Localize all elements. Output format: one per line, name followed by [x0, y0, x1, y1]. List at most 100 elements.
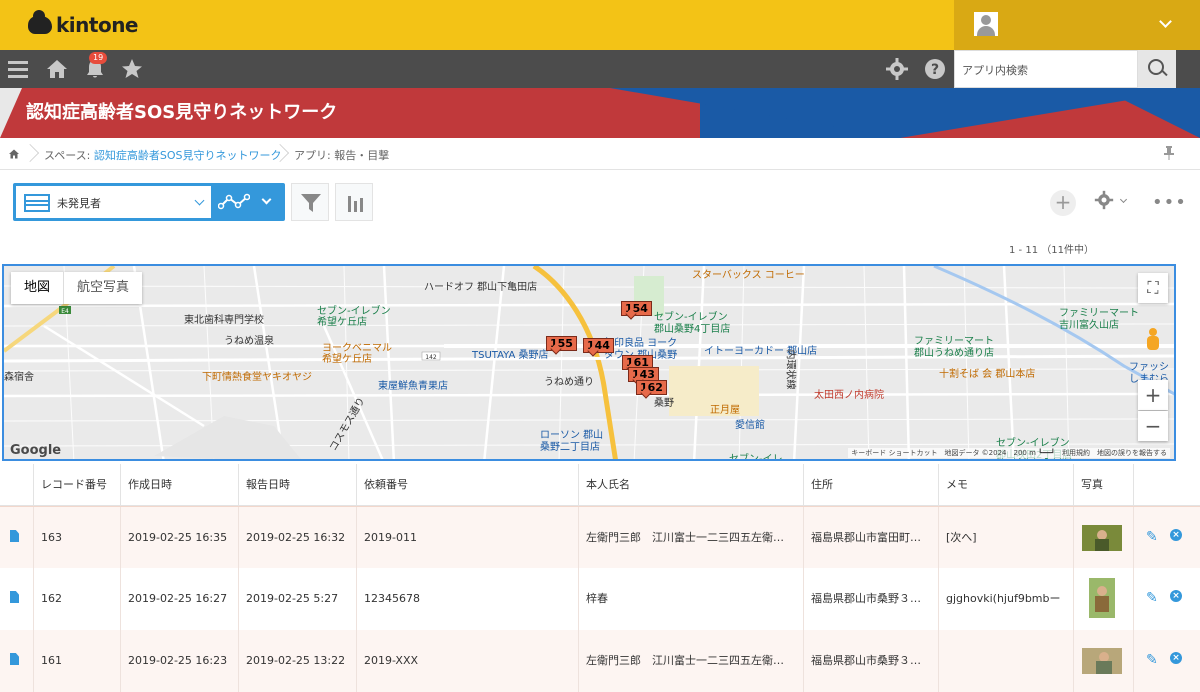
- search-icon[interactable]: [1138, 50, 1176, 88]
- help-icon[interactable]: ?: [923, 57, 947, 81]
- record-detail-icon[interactable]: [10, 530, 19, 542]
- settings-gear-icon[interactable]: [885, 57, 909, 81]
- more-options-icon[interactable]: •••: [1152, 192, 1187, 213]
- delete-icon[interactable]: ×: [1170, 529, 1182, 541]
- chevron-down-icon[interactable]: [1119, 195, 1128, 204]
- column-header[interactable]: 作成日時: [120, 464, 238, 506]
- edit-pencil-icon[interactable]: ✎: [1146, 652, 1158, 668]
- cell-memo: [次へ]: [938, 507, 1073, 569]
- fullscreen-icon[interactable]: ⛶: [1138, 273, 1168, 303]
- delete-icon[interactable]: ×: [1170, 590, 1182, 602]
- svg-text:?: ?: [931, 62, 939, 78]
- cloud-icon: [28, 10, 52, 34]
- map-label: 内環状線: [784, 349, 796, 390]
- zoom-in-button[interactable]: +: [1138, 380, 1168, 410]
- table-row[interactable]: 162 2019-02-25 16:27 2019-02-25 5:27 123…: [0, 568, 1200, 630]
- cell-reported: 2019-02-25 5:27: [238, 568, 356, 630]
- chevron-down-icon[interactable]: [261, 194, 272, 205]
- user-avatar-icon: [974, 12, 998, 36]
- table-row[interactable]: 161 2019-02-25 16:23 2019-02-25 13:22 20…: [0, 630, 1200, 692]
- map-type-toggle[interactable]: 地図 航空写真: [11, 272, 143, 304]
- cell-record-number: 163: [33, 507, 120, 569]
- map-label: スターバックス コーヒー: [692, 270, 805, 281]
- graph-view-icon[interactable]: [218, 193, 250, 211]
- table-row[interactable]: 163 2019-02-25 16:35 2019-02-25 16:32 20…: [0, 506, 1200, 569]
- home-icon[interactable]: [8, 148, 20, 160]
- map-marker[interactable]: 144: [583, 334, 614, 357]
- column-header[interactable]: 住所: [803, 464, 938, 506]
- cell-request-number: 2019-XXX: [356, 630, 578, 692]
- table-view-icon: [24, 194, 50, 212]
- delete-icon[interactable]: ×: [1170, 652, 1182, 664]
- map-attribution[interactable]: キーボード ショートカット 地図データ ©2024 200 m ┗━━┛ 利用規…: [848, 448, 1170, 458]
- breadcrumb-space-link[interactable]: 認知症高齢者SOS見守りネットワーク: [94, 149, 282, 162]
- chevron-down-icon: [1159, 15, 1172, 28]
- map-label: うねめ通り: [544, 377, 594, 388]
- hamburger-menu-icon[interactable]: [6, 57, 30, 81]
- cell-reported: 2019-02-25 13:22: [238, 630, 356, 692]
- kintone-logo[interactable]: kintone: [28, 10, 139, 38]
- edit-pencil-icon[interactable]: ✎: [1146, 590, 1158, 606]
- photo-thumbnail[interactable]: [1089, 578, 1115, 618]
- app-settings-icon[interactable]: [1094, 190, 1114, 215]
- street-view-pegman-icon[interactable]: [1146, 328, 1160, 352]
- view-name: 未発見者: [57, 197, 101, 210]
- user-menu[interactable]: [954, 0, 1200, 50]
- map-label: 郡山うねめ通り店: [914, 348, 994, 359]
- google-logo: Google: [10, 443, 62, 458]
- map-label: 吉川富久山店: [1059, 320, 1119, 331]
- zoom-out-button[interactable]: −: [1138, 411, 1168, 441]
- star-icon[interactable]: [120, 57, 144, 81]
- cell-record-number: 161: [33, 630, 120, 692]
- column-header[interactable]: 本人氏名: [578, 464, 803, 506]
- column-header[interactable]: 報告日時: [238, 464, 356, 506]
- top-bar: kintone: [0, 0, 1200, 50]
- column-header[interactable]: 写真: [1073, 464, 1133, 506]
- view-selector[interactable]: 未発見者: [13, 183, 285, 221]
- app-search-input[interactable]: アプリ内検索: [954, 50, 1138, 88]
- breadcrumb-app[interactable]: アプリ: 報告・目撃: [294, 147, 389, 163]
- column-header[interactable]: メモ: [938, 464, 1073, 506]
- cell-address: 福島県郡山市桑野３…: [803, 568, 938, 630]
- notification-badge: 19: [89, 52, 108, 64]
- map-label: 桑野: [654, 398, 674, 409]
- map-label: 希望ケ丘店: [322, 354, 372, 365]
- photo-thumbnail[interactable]: [1082, 525, 1122, 551]
- map-type-roadmap[interactable]: 地図: [11, 272, 63, 304]
- cell-name: 左衛門三郎 江川富士一二三四五左衛…: [578, 507, 803, 569]
- map-marker[interactable]: 162: [636, 376, 667, 399]
- record-detail-icon[interactable]: [10, 591, 19, 603]
- banner-title: 認知症高齢者SOS見守りネットワーク: [26, 102, 338, 123]
- map-marker[interactable]: 155: [546, 332, 577, 355]
- space-banner: 認知症高齢者SOS見守りネットワーク: [0, 88, 1200, 138]
- cell-created: 2019-02-25 16:35: [120, 507, 238, 569]
- table-header: レコード番号 作成日時 報告日時 依頼番号 本人氏名 住所 メモ 写真: [0, 464, 1200, 506]
- cell-request-number: 12345678: [356, 568, 578, 630]
- map-label: TSUTAYA 桑野店: [472, 350, 549, 361]
- record-detail-icon[interactable]: [10, 653, 19, 665]
- add-record-button[interactable]: +: [1050, 190, 1076, 216]
- logo-text: kintone: [56, 13, 139, 37]
- cell-reported: 2019-02-25 16:32: [238, 507, 356, 569]
- svg-text:E4: E4: [61, 308, 69, 315]
- map-label: 東北歯科専門学校: [184, 315, 264, 326]
- filter-button[interactable]: [291, 183, 329, 221]
- map-type-satellite[interactable]: 航空写真: [63, 272, 142, 304]
- photo-thumbnail[interactable]: [1082, 648, 1122, 674]
- cell-memo: gjghovki(hjuf9bmbー: [938, 568, 1073, 630]
- home-icon[interactable]: [45, 57, 69, 81]
- map-view[interactable]: 142 E4 地図 航空写真 ハードオフ 郡山下亀田店 スターバックス コーヒー…: [2, 264, 1176, 461]
- map-marker[interactable]: 154: [621, 297, 652, 320]
- map-label: 愛信館: [735, 420, 765, 431]
- cell-request-number: 2019-011: [356, 507, 578, 569]
- column-header[interactable]: 依頼番号: [356, 464, 578, 506]
- edit-pencil-icon[interactable]: ✎: [1146, 529, 1158, 545]
- svg-text:142: 142: [425, 354, 437, 361]
- pager-count: 1 - 11 （11件中）: [1009, 245, 1094, 256]
- graph-button[interactable]: [335, 183, 373, 221]
- bar-chart-icon: [348, 196, 363, 212]
- map-label: 太田西ノ内病院: [814, 390, 884, 401]
- map-label: ハードオフ 郡山下亀田店: [424, 282, 538, 293]
- column-header[interactable]: レコード番号: [33, 464, 120, 506]
- pin-icon[interactable]: [1164, 146, 1174, 163]
